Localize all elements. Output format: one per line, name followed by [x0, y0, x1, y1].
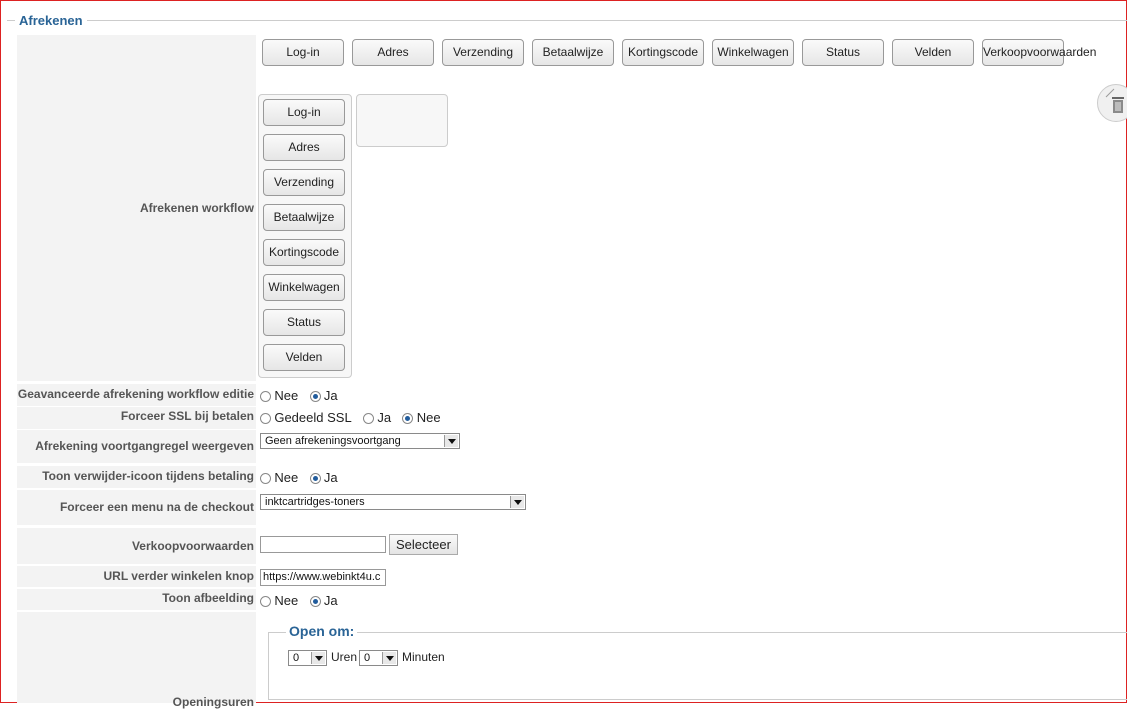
delete-icon-yes-radio[interactable]: [309, 473, 321, 484]
workflow-active-steps: Log-in Adres Verzending Betaalwijze Kort…: [258, 94, 352, 378]
delete-icon-row: Toon verwijder-icoon tijdens betaling Ne…: [17, 466, 1127, 488]
minutes-select[interactable]: 0: [359, 650, 398, 666]
advanced-workflow-yes-radio[interactable]: [309, 391, 321, 402]
select-terms-button[interactable]: Selecteer: [389, 534, 458, 555]
progress-bar-select[interactable]: Geen afrekeningsvoortgang: [260, 433, 460, 449]
hours-select[interactable]: 0: [288, 650, 327, 666]
ssl-shared-label: Gedeeld SSL: [274, 410, 352, 425]
workflow-step-terms[interactable]: Verkoopvoorwaarden: [982, 39, 1096, 66]
workflow-step-payment[interactable]: Betaalwijze: [532, 39, 614, 66]
chevron-down-icon: [311, 652, 325, 664]
workflow-row: Afrekenen workflow Log-in Adres Verzendi…: [17, 35, 1127, 381]
minutes-value: 0: [364, 652, 371, 664]
continue-url-label: URL verder winkelen knop: [17, 566, 256, 587]
open-at-legend: Open om:: [286, 623, 358, 639]
active-step-address[interactable]: Adres: [263, 134, 345, 161]
hours-label: Uren: [331, 650, 358, 664]
advanced-workflow-label: Geavanceerde afrekening workflow editie: [17, 384, 256, 406]
show-image-label: Toon afbeelding: [17, 589, 256, 610]
delete-icon-no-label: Nee: [274, 470, 299, 485]
terms-input[interactable]: [260, 536, 386, 553]
advanced-workflow-row: Geavanceerde afrekening workflow editie …: [17, 384, 1127, 406]
advanced-workflow-no-radio[interactable]: [260, 391, 271, 402]
section-divider: [7, 20, 1127, 21]
terms-label: Verkoopvoorwaarden: [17, 528, 256, 564]
force-menu-select[interactable]: inktcartridges-toners: [260, 494, 526, 510]
active-step-status[interactable]: Status: [263, 309, 345, 336]
chevron-down-icon: [510, 496, 524, 508]
progress-bar-value: Geen afrekeningsvoortgang: [265, 435, 401, 447]
show-image-yes-radio[interactable]: [309, 596, 321, 607]
active-step-cart[interactable]: Winkelwagen: [263, 274, 345, 301]
open-at-fieldset: Open om: 0 Uren 0 Minuten: [268, 623, 1127, 700]
delete-icon-label: Toon verwijder-icoon tijdens betaling: [17, 466, 256, 488]
chevron-down-icon: [382, 652, 396, 664]
minutes-label: Minuten: [402, 650, 445, 664]
progress-bar-row: Afrekening voortgangregel weergeven Geen…: [17, 430, 1127, 463]
ssl-yes-radio[interactable]: [363, 413, 375, 424]
chevron-down-icon: [444, 435, 458, 447]
section-title: Afrekenen: [15, 13, 87, 28]
active-step-login[interactable]: Log-in: [263, 99, 345, 126]
workflow-label: Afrekenen workflow: [17, 35, 256, 381]
workflow-drop-zone[interactable]: [356, 94, 448, 147]
active-step-payment[interactable]: Betaalwijze: [263, 204, 345, 231]
workflow-step-cart[interactable]: Winkelwagen: [712, 39, 794, 66]
advanced-workflow-yes-label: Ja: [323, 388, 338, 403]
force-menu-value: inktcartridges-toners: [265, 496, 365, 508]
opening-hours-row: Openingsuren Open om: 0 Uren 0 Minuten: [17, 612, 1127, 709]
active-step-shipping[interactable]: Verzending: [263, 169, 345, 196]
workflow-step-fields[interactable]: Velden: [892, 39, 974, 66]
force-ssl-row: Forceer SSL bij betalen Gedeeld SSL Ja N…: [17, 407, 1127, 429]
workflow-step-status[interactable]: Status: [802, 39, 884, 66]
ssl-yes-label: Ja: [377, 410, 392, 425]
show-image-no-label: Nee: [274, 593, 299, 608]
force-ssl-label: Forceer SSL bij betalen: [17, 407, 256, 429]
progress-bar-label: Afrekening voortgangregel weergeven: [17, 430, 256, 463]
ssl-no-label: Nee: [416, 410, 441, 425]
ssl-shared-radio[interactable]: [260, 413, 271, 424]
trash-icon[interactable]: [1097, 84, 1127, 122]
workflow-step-address[interactable]: Adres: [352, 39, 434, 66]
active-step-coupon[interactable]: Kortingscode: [263, 239, 345, 266]
ssl-no-radio[interactable]: [402, 413, 414, 424]
show-image-row: Toon afbeelding Nee Ja: [17, 589, 1127, 610]
force-menu-label: Forceer een menu na de checkout: [17, 490, 256, 525]
delete-icon-yes-label: Ja: [323, 470, 338, 485]
show-image-no-radio[interactable]: [260, 596, 271, 607]
opening-hours-label: Openingsuren: [17, 612, 256, 709]
continue-url-row: URL verder winkelen knop https://www.web…: [17, 566, 1127, 587]
workflow-step-shipping[interactable]: Verzending: [442, 39, 524, 66]
workflow-step-login[interactable]: Log-in: [262, 39, 344, 66]
continue-url-input[interactable]: https://www.webinkt4u.c: [260, 569, 386, 586]
show-image-yes-label: Ja: [323, 593, 338, 608]
terms-row: Verkoopvoorwaarden Selecteer: [17, 528, 1127, 564]
active-step-fields[interactable]: Velden: [263, 344, 345, 371]
delete-icon-no-radio[interactable]: [260, 473, 271, 484]
hours-value: 0: [293, 652, 300, 664]
workflow-step-coupon[interactable]: Kortingscode: [622, 39, 704, 66]
advanced-workflow-no-label: Nee: [274, 388, 299, 403]
force-menu-row: Forceer een menu na de checkout inktcart…: [17, 490, 1127, 525]
